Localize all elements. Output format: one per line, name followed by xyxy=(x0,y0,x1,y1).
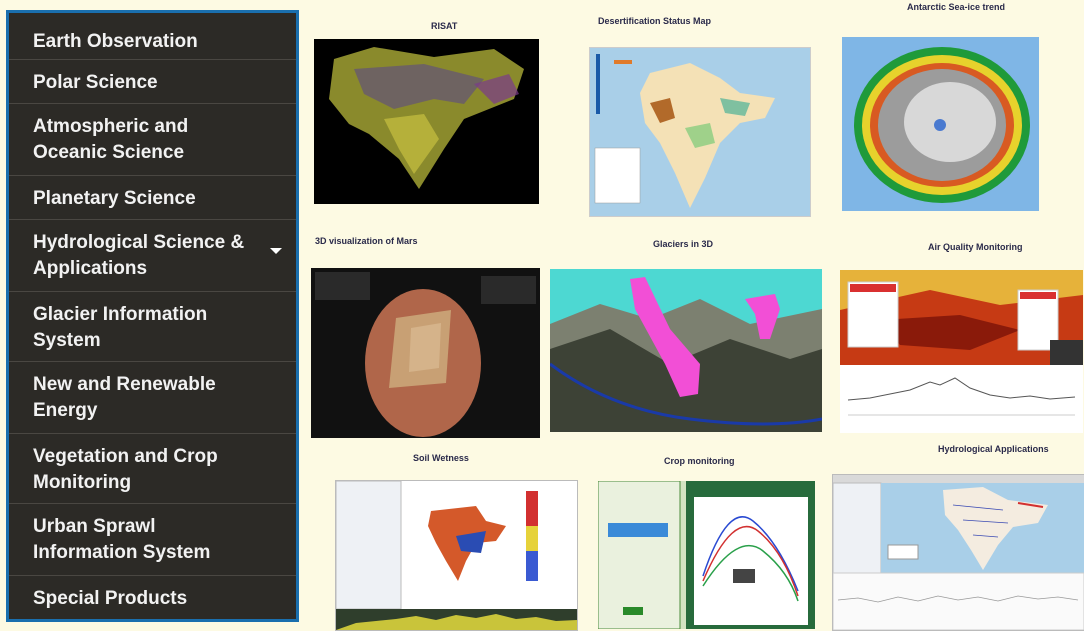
sidebar-menu: Earth Observation Polar Science Atmosphe… xyxy=(6,10,299,622)
tile-caption: Air Quality Monitoring xyxy=(928,242,1023,252)
menu-label: New and Renewable Energy xyxy=(33,374,216,421)
menu-label: Glacier Information System xyxy=(33,304,208,351)
glaciers-3d-view xyxy=(550,269,822,432)
tile-caption: RISAT xyxy=(431,21,458,31)
menu-label: Earth Observation xyxy=(33,31,198,52)
antarctic-map xyxy=(842,37,1039,211)
hydrological-map-app xyxy=(832,474,1084,631)
menu-label: Vegetation and Crop Monitoring xyxy=(33,446,218,493)
soil-wetness-app xyxy=(335,480,578,631)
menu-item-renewable-energy[interactable]: New and Renewable Energy xyxy=(9,362,296,434)
menu-item-polar-science[interactable]: Polar Science xyxy=(9,60,296,104)
menu-item-special-products[interactable]: Special Products xyxy=(9,576,296,619)
menu-label: Atmospheric and Oceanic Science xyxy=(33,116,189,163)
air-quality-dashboard xyxy=(840,270,1083,433)
tile-caption: Hydrological Applications xyxy=(938,444,1049,454)
mars-visualization xyxy=(311,268,540,438)
tile-caption: 3D visualization of Mars xyxy=(315,236,418,246)
desertification-map xyxy=(589,47,811,217)
tile-caption: Glaciers in 3D xyxy=(653,239,714,249)
tile-caption: Soil Wetness xyxy=(413,453,469,463)
menu-item-atmospheric-oceanic[interactable]: Atmospheric and Oceanic Science xyxy=(9,104,296,176)
menu-label: Planetary Science xyxy=(33,188,196,209)
menu-label: Urban Sprawl Information System xyxy=(33,516,211,563)
risat-image xyxy=(314,39,539,204)
menu-item-hydrological[interactable]: Hydrological Science & Applications xyxy=(9,220,296,292)
menu-label: Hydrological Science & Applications xyxy=(33,232,245,279)
chevron-down-icon[interactable] xyxy=(270,248,282,254)
tile-caption: Desertification Status Map xyxy=(598,16,712,26)
menu-item-vegetation-crop[interactable]: Vegetation and Crop Monitoring xyxy=(9,434,296,504)
menu-label: Special Products xyxy=(33,588,188,609)
menu-label: Polar Science xyxy=(33,72,158,93)
menu-item-glacier-information[interactable]: Glacier Information System xyxy=(9,292,296,362)
tile-caption: Antarctic Sea-ice trend xyxy=(907,2,1006,12)
menu-item-urban-sprawl[interactable]: Urban Sprawl Information System xyxy=(9,504,296,576)
crop-monitoring-app xyxy=(598,481,815,629)
menu-item-earth-observation[interactable]: Earth Observation xyxy=(9,13,296,60)
tile-caption: Crop monitoring xyxy=(664,456,735,466)
menu-item-planetary-science[interactable]: Planetary Science xyxy=(9,176,296,220)
